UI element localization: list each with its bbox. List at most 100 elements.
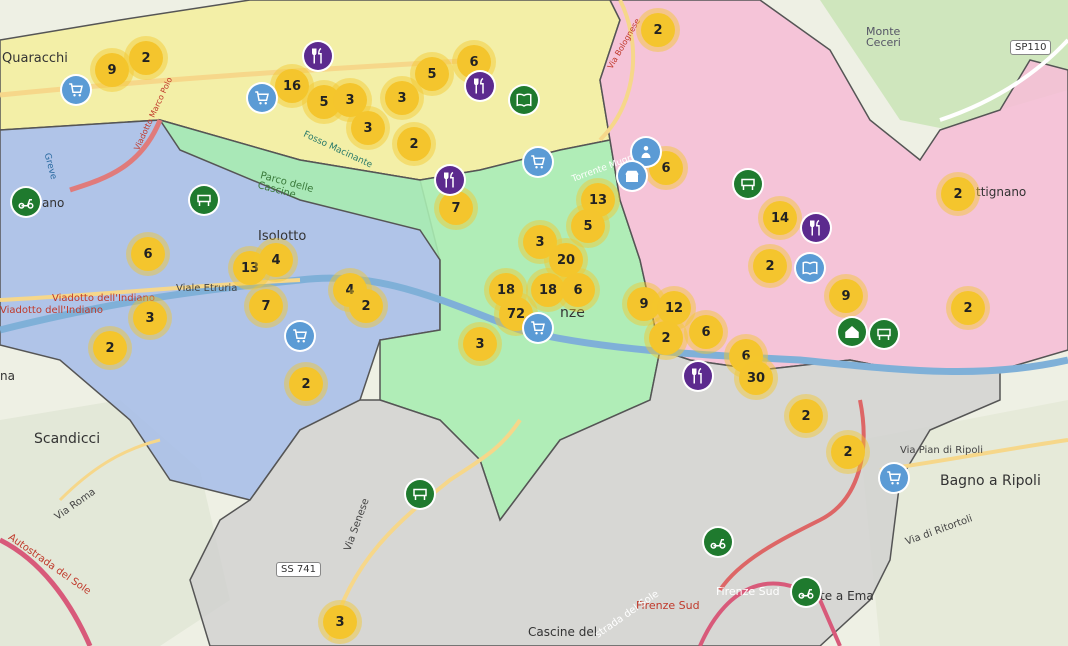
cluster-marker[interactable]: 14 [758,196,802,240]
cluster-marker[interactable]: 6 [126,232,170,276]
road-label-via-etruria: Viale Etruria [176,283,238,294]
library-marker[interactable] [796,254,824,282]
scooter-icon [798,589,814,599]
cluster-count: 3 [133,301,167,335]
cluster-count: 2 [753,249,787,283]
cluster-count: 2 [349,289,383,323]
scooter-marker[interactable] [12,188,40,216]
scooter-marker[interactable] [704,528,732,556]
cluster-count: 2 [93,331,127,365]
label-quaracchi: Quaracchi [2,51,68,66]
scooter-icon [18,199,34,209]
cluster-count: 14 [763,201,797,235]
cluster-marker[interactable]: 2 [784,394,828,438]
scooter-marker[interactable] [792,578,820,606]
cluster-count: 7 [249,289,283,323]
market-stall-icon [413,488,427,500]
cluster-count: 5 [571,209,605,243]
cluster-count: 7 [439,191,473,225]
market-marker[interactable] [190,186,218,214]
restaurant-marker[interactable] [304,42,332,70]
cluster-count: 2 [789,399,823,433]
cluster-marker[interactable]: 2 [936,172,980,216]
cluster-count: 3 [351,111,385,145]
fork-knife-icon [444,171,454,188]
restaurant-marker[interactable] [684,362,712,390]
label-scandicci: Scandicci [34,431,101,447]
shop-marker[interactable] [248,84,276,112]
cluster-marker[interactable]: 2 [124,36,168,80]
cluster-marker[interactable]: 3 [318,600,362,644]
restaurant-marker[interactable] [466,72,494,100]
shop-marker[interactable] [880,464,908,492]
home-marker[interactable] [838,318,866,346]
kiosk-marker[interactable] [618,162,646,190]
cluster-marker[interactable]: 2 [644,316,688,360]
info-icon [641,146,651,158]
home-icon [845,326,859,338]
shopping-cart-icon [293,329,307,343]
book-icon [802,261,818,275]
shop-marker[interactable] [62,76,90,104]
cluster-count: 3 [323,605,357,639]
road-shield-ss741: SS 741 [276,562,321,577]
restaurant-marker[interactable] [802,214,830,242]
cluster-count: 5 [415,57,449,91]
cluster-marker[interactable]: 3 [346,106,390,150]
label-ponte-a-ema: te a Ema [820,589,874,603]
market-marker[interactable] [734,170,762,198]
shopping-cart-icon [69,83,83,97]
label-monte-ceceri: Monte Ceceri [866,25,901,49]
restaurant-marker[interactable] [436,166,464,194]
shopping-cart-icon [531,321,545,335]
cluster-marker[interactable]: 2 [284,362,328,406]
shop-marker[interactable] [524,314,552,342]
fork-knife-icon [312,47,322,64]
cluster-count: 2 [941,177,975,211]
label-na: na [0,369,15,383]
shop-marker[interactable] [286,322,314,350]
book-icon [516,93,532,107]
label-gano: ano [42,196,65,210]
cluster-count: 2 [129,41,163,75]
cluster-marker[interactable]: 3 [458,322,502,366]
cluster-marker[interactable]: 6 [684,310,728,354]
cluster-marker[interactable]: 3 [128,296,172,340]
cluster-marker[interactable]: 2 [344,284,388,328]
market-stall-icon [197,194,211,206]
fork-knife-icon [692,367,702,384]
cluster-count: 4 [259,243,293,277]
cluster-marker[interactable]: 2 [392,122,436,166]
cluster-count: 2 [951,291,985,325]
market-stall-icon [741,178,755,190]
market-marker[interactable] [406,480,434,508]
map-view[interactable]: Quaracchi Isolotto Scandicci Bagno a Rip… [0,0,1068,646]
cluster-marker[interactable]: 2 [826,430,870,474]
cluster-marker[interactable]: 6 [556,268,600,312]
cluster-count: 2 [289,367,323,401]
cluster-marker[interactable]: 30 [734,356,778,400]
shopping-cart-icon [255,91,269,105]
cluster-count: 6 [689,315,723,349]
kiosk-icon [625,170,639,182]
shopping-cart-icon [531,155,545,169]
cluster-marker[interactable]: 7 [244,284,288,328]
market-marker[interactable] [870,320,898,348]
library-marker[interactable] [510,86,538,114]
cluster-count: 2 [649,321,683,355]
cluster-count: 30 [739,361,773,395]
cluster-marker[interactable]: 9 [824,274,868,318]
cluster-count: 2 [641,13,675,47]
cluster-count: 9 [829,279,863,313]
cluster-marker[interactable]: 4 [254,238,298,282]
cluster-marker[interactable]: 2 [88,326,132,370]
cluster-marker[interactable]: 2 [748,244,792,288]
cluster-marker[interactable]: 5 [410,52,454,96]
cluster-count: 6 [561,273,595,307]
cluster-count: 6 [131,237,165,271]
fork-knife-icon [810,219,820,236]
cluster-marker[interactable]: 2 [946,286,990,330]
label-cascine-del: Cascine del [528,625,598,639]
cluster-marker[interactable]: 2 [636,8,680,52]
shop-marker[interactable] [524,148,552,176]
